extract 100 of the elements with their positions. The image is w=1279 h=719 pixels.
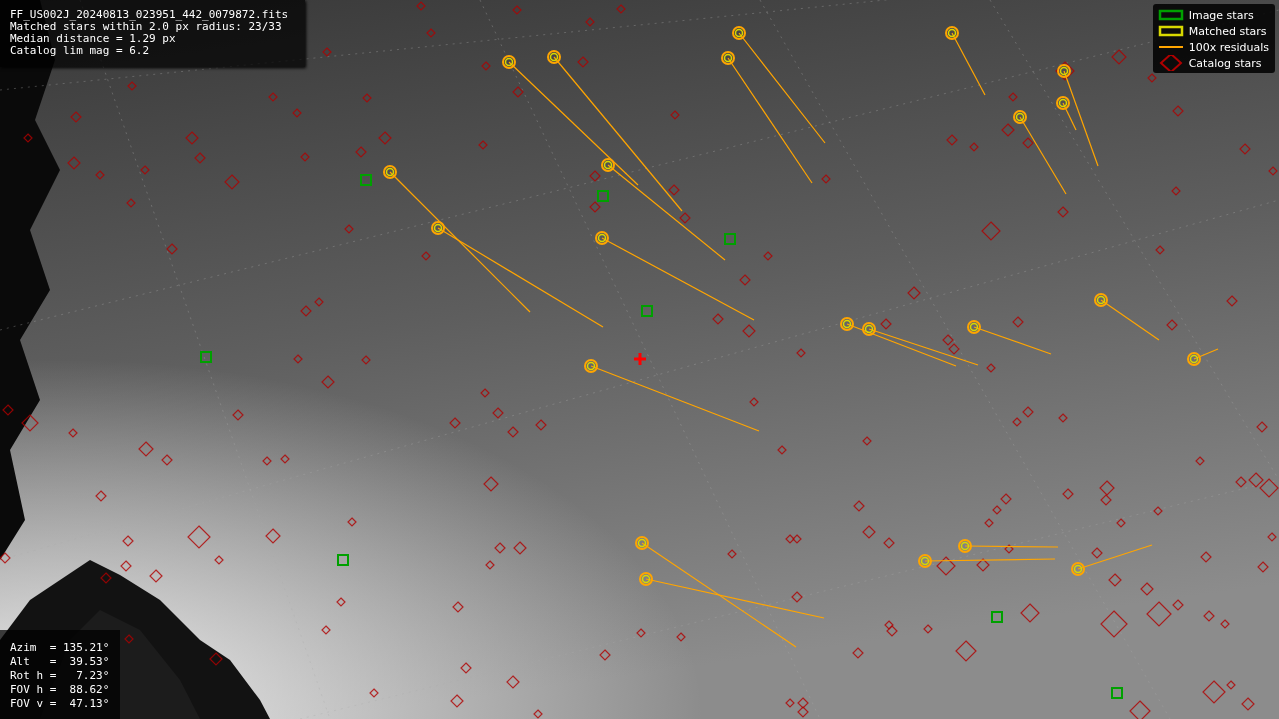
info-text: Catalog lim mag = 6.2 — [10, 45, 150, 57]
catalog-star-marker — [124, 634, 134, 644]
catalog-star-marker — [577, 56, 589, 68]
matched-star-marker — [840, 317, 854, 331]
catalog-star-marker — [676, 632, 686, 642]
pointing-text: Rot h = 7.23° — [10, 669, 110, 683]
catalog-star-marker — [886, 625, 898, 637]
catalog-star-marker — [1062, 488, 1074, 500]
catalog-star-marker — [361, 355, 371, 365]
catalog-star-marker — [763, 251, 773, 261]
catalog-star-marker — [984, 518, 994, 528]
catalog-star-marker — [986, 363, 996, 373]
catalog-star-marker — [1001, 123, 1015, 137]
catalog-star-marker — [585, 17, 595, 27]
matched-star-marker — [945, 26, 959, 40]
catalog-star-marker — [265, 528, 281, 544]
catalog-star-marker — [100, 572, 112, 584]
pointing-text: Azim = 135.21° — [10, 641, 110, 655]
catalog-star-marker — [679, 212, 691, 224]
catalog-star-marker — [322, 47, 332, 57]
catalog-star-marker — [1241, 697, 1255, 711]
catalog-star-marker — [21, 414, 39, 432]
catalog-star-marker — [23, 133, 33, 143]
catalog-star-marker — [1099, 480, 1115, 496]
catalog-star-marker — [0, 552, 11, 564]
catalog-star-marker — [785, 698, 795, 708]
catalog-star-marker — [1259, 478, 1279, 498]
catalog-star-marker — [1166, 319, 1178, 331]
catalog-star-marker — [268, 92, 278, 102]
catalog-star-marker — [355, 146, 367, 158]
catalog-star-marker — [853, 500, 865, 512]
catalog-star-marker — [1200, 551, 1212, 563]
matched-star-marker — [1187, 352, 1201, 366]
catalog-star-marker — [194, 152, 206, 164]
catalog-star-marker — [185, 131, 199, 145]
catalog-star-marker — [449, 417, 461, 429]
catalog-star-marker — [636, 628, 646, 638]
catalog-star-marker — [1020, 603, 1040, 623]
residual-line — [951, 32, 986, 96]
catalog-star-marker — [1012, 316, 1024, 328]
catalog-star-marker — [321, 625, 331, 635]
catalog-star-marker — [907, 286, 921, 300]
matched-star-marker — [732, 26, 746, 40]
catalog-star-marker — [589, 201, 601, 213]
matched-star-marker — [601, 158, 615, 172]
catalog-star-marker — [67, 156, 81, 170]
matched-star-marker — [721, 51, 735, 65]
catalog-star-marker — [1140, 582, 1154, 596]
catalog-star-marker — [777, 445, 787, 455]
catalog-star-marker — [512, 5, 522, 15]
catalog-star-marker — [1267, 532, 1277, 542]
catalog-star-marker — [300, 152, 310, 162]
catalog-star-marker — [292, 108, 302, 118]
catalog-star-marker — [314, 297, 324, 307]
catalog-star-marker — [955, 640, 977, 662]
catalog-star-marker — [138, 441, 154, 457]
catalog-star-marker — [1004, 544, 1014, 554]
pointing-text: FOV v = 47.13° — [10, 697, 110, 711]
catalog-star-marker — [209, 652, 223, 666]
catalog-star-marker — [1111, 49, 1127, 65]
catalog-star-marker — [1100, 494, 1112, 506]
matched-star-marker — [958, 539, 972, 553]
legend-label: 100x residuals — [1188, 40, 1269, 54]
catalog-star-marker — [166, 243, 178, 255]
catalog-star-marker — [1226, 295, 1238, 307]
catalog-star-marker — [512, 86, 524, 98]
catalog-star-marker — [127, 81, 137, 91]
catalog-star-marker — [862, 436, 872, 446]
catalog-star-marker — [969, 142, 979, 152]
matched-star-marker — [1071, 562, 1085, 576]
catalog-star-marker — [727, 549, 737, 559]
catalog-star-marker — [120, 560, 132, 572]
catalog-star-marker — [450, 694, 464, 708]
catalog-star-marker — [883, 537, 895, 549]
catalog-star-marker — [280, 454, 290, 464]
catalog-star-marker — [492, 407, 504, 419]
matched-star-marker — [1094, 293, 1108, 307]
catalog-star-marker — [1091, 547, 1103, 559]
catalog-star-marker — [362, 93, 372, 103]
catalog-star-marker — [1203, 610, 1215, 622]
matched-star-marker — [383, 165, 397, 179]
catalog-star-marker — [460, 662, 472, 674]
catalog-star-marker — [300, 305, 312, 317]
catalog-star-marker — [513, 541, 527, 555]
catalog-star-marker — [589, 170, 601, 182]
catalog-star-marker — [485, 560, 495, 570]
catalog-star-marker — [452, 601, 464, 613]
catalog-star-marker — [1171, 186, 1181, 196]
matched-star-marker — [639, 572, 653, 586]
catalog-star-marker — [852, 647, 864, 659]
catalog-star-marker — [2, 404, 14, 416]
catalog-star-marker — [378, 131, 392, 145]
catalog-star-marker — [421, 251, 431, 261]
residual-line — [1193, 348, 1219, 360]
catalog-star-marker — [976, 558, 990, 572]
matched-star-marker — [1056, 96, 1070, 110]
catalog-star-marker — [1155, 245, 1165, 255]
catalog-star-marker — [1057, 206, 1069, 218]
catalog-star-marker — [981, 221, 1001, 241]
catalog-star-marker — [262, 456, 272, 466]
